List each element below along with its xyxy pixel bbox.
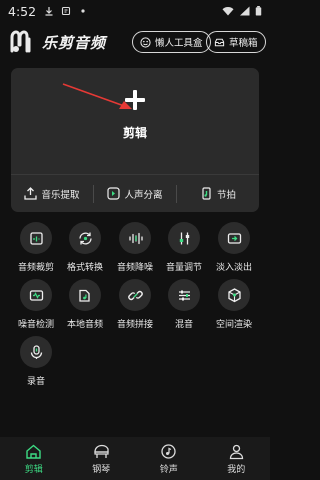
nav-label: 我的 (227, 464, 246, 475)
feature-label: 混音 (174, 320, 193, 330)
volume-slider-icon (179, 232, 189, 244)
feature-label: 空间渲染 (215, 320, 252, 330)
voice-separate-button[interactable]: 人声分离 (94, 175, 176, 212)
link-icon (127, 290, 143, 300)
beat-icon (202, 187, 211, 200)
feature-spatial-render[interactable]: 空间渲染 (209, 279, 259, 330)
feature-label: 音频拼接 (116, 320, 153, 330)
drafts-button[interactable]: 草稿箱 (206, 31, 266, 53)
feature-label: 格式转换 (66, 263, 103, 273)
bottom-nav: 剪辑 钢琴 铃声 我的 (0, 437, 270, 480)
nav-label: 钢琴 (92, 464, 111, 475)
fade-icon (227, 232, 241, 244)
home-icon (26, 444, 41, 459)
mixer-icon (178, 290, 190, 300)
drafts-label: 草稿箱 (229, 38, 258, 49)
toolbox-icon (140, 36, 151, 48)
status-bar: 4:52 (0, 0, 270, 22)
feature-mix[interactable]: 混音 (159, 279, 209, 330)
feature-label: 音量调节 (165, 263, 202, 273)
denoise-icon (128, 232, 143, 244)
user-icon (229, 444, 243, 459)
ringtone-icon (161, 443, 176, 459)
feature-local-audio[interactable]: 本地音频 (60, 279, 110, 330)
nav-ringtone[interactable]: 铃声 (135, 437, 203, 480)
app-header: 乐剪音频 懒人工具盒 草稿箱 (0, 26, 270, 58)
tool-label: 音乐提取 (41, 189, 80, 201)
noise-detect-icon (29, 289, 43, 301)
feature-label: 噪音检测 (17, 320, 54, 330)
wifi-icon (222, 7, 234, 16)
folder-music-icon (78, 289, 90, 302)
cube-icon (227, 287, 241, 302)
app-name: 乐剪音频 (42, 33, 107, 52)
microphone-icon (30, 344, 42, 359)
feature-label: 本地音频 (66, 320, 103, 330)
battery-icon (255, 6, 262, 16)
nav-label: 剪辑 (24, 464, 43, 475)
convert-icon (78, 232, 92, 244)
edit-label: 剪辑 (122, 126, 147, 140)
app-logo: 乐剪音频 (8, 29, 106, 55)
nav-profile[interactable]: 我的 (203, 437, 271, 480)
plus-icon (125, 90, 145, 110)
quick-tools: 音乐提取 人声分离 节拍 (11, 175, 259, 212)
feature-audio-crop[interactable]: 音频裁剪 (11, 222, 61, 273)
download-icon (45, 7, 53, 16)
feature-fade[interactable]: 淡入淡出 (209, 222, 259, 273)
feature-volume-adjust[interactable]: 音量调节 (159, 222, 209, 273)
feature-label: 音频降噪 (116, 263, 153, 273)
feature-record[interactable]: 录音 (11, 336, 61, 387)
logo-icon (10, 30, 31, 53)
tool-label: 人声分离 (124, 189, 163, 201)
feature-format-convert[interactable]: 格式转换 (60, 222, 110, 273)
upload-icon (24, 187, 38, 200)
feature-label: 淡入淡出 (215, 263, 252, 273)
feature-noise-detect[interactable]: 噪音检测 (11, 279, 61, 330)
edit-card: 剪辑 音乐提取 人声分离 节拍 (11, 68, 259, 212)
beat-button[interactable]: 节拍 (177, 175, 259, 212)
feature-audio-join[interactable]: 音频拼接 (110, 279, 160, 330)
signal-icon (240, 6, 250, 16)
notification-icon (62, 6, 71, 16)
nav-piano[interactable]: 钢琴 (68, 437, 136, 480)
toolbox-label: 懒人工具盒 (155, 38, 203, 49)
feature-label: 录音 (26, 377, 45, 387)
crop-icon (29, 231, 43, 245)
voice-separate-icon (107, 187, 121, 200)
nav-label: 铃声 (159, 464, 178, 475)
nav-edit[interactable]: 剪辑 (0, 437, 68, 480)
dot-icon (81, 9, 85, 13)
status-time: 4:52 (8, 3, 37, 19)
feature-denoise[interactable]: 音频降噪 (110, 222, 160, 273)
new-edit-button[interactable]: 剪辑 (11, 68, 259, 174)
music-extract-button[interactable]: 音乐提取 (11, 175, 93, 212)
drafts-icon (214, 38, 225, 46)
tool-label: 节拍 (216, 189, 236, 201)
toolbox-button[interactable]: 懒人工具盒 (132, 31, 211, 53)
feature-label: 音频裁剪 (17, 263, 54, 273)
piano-icon (94, 444, 109, 458)
